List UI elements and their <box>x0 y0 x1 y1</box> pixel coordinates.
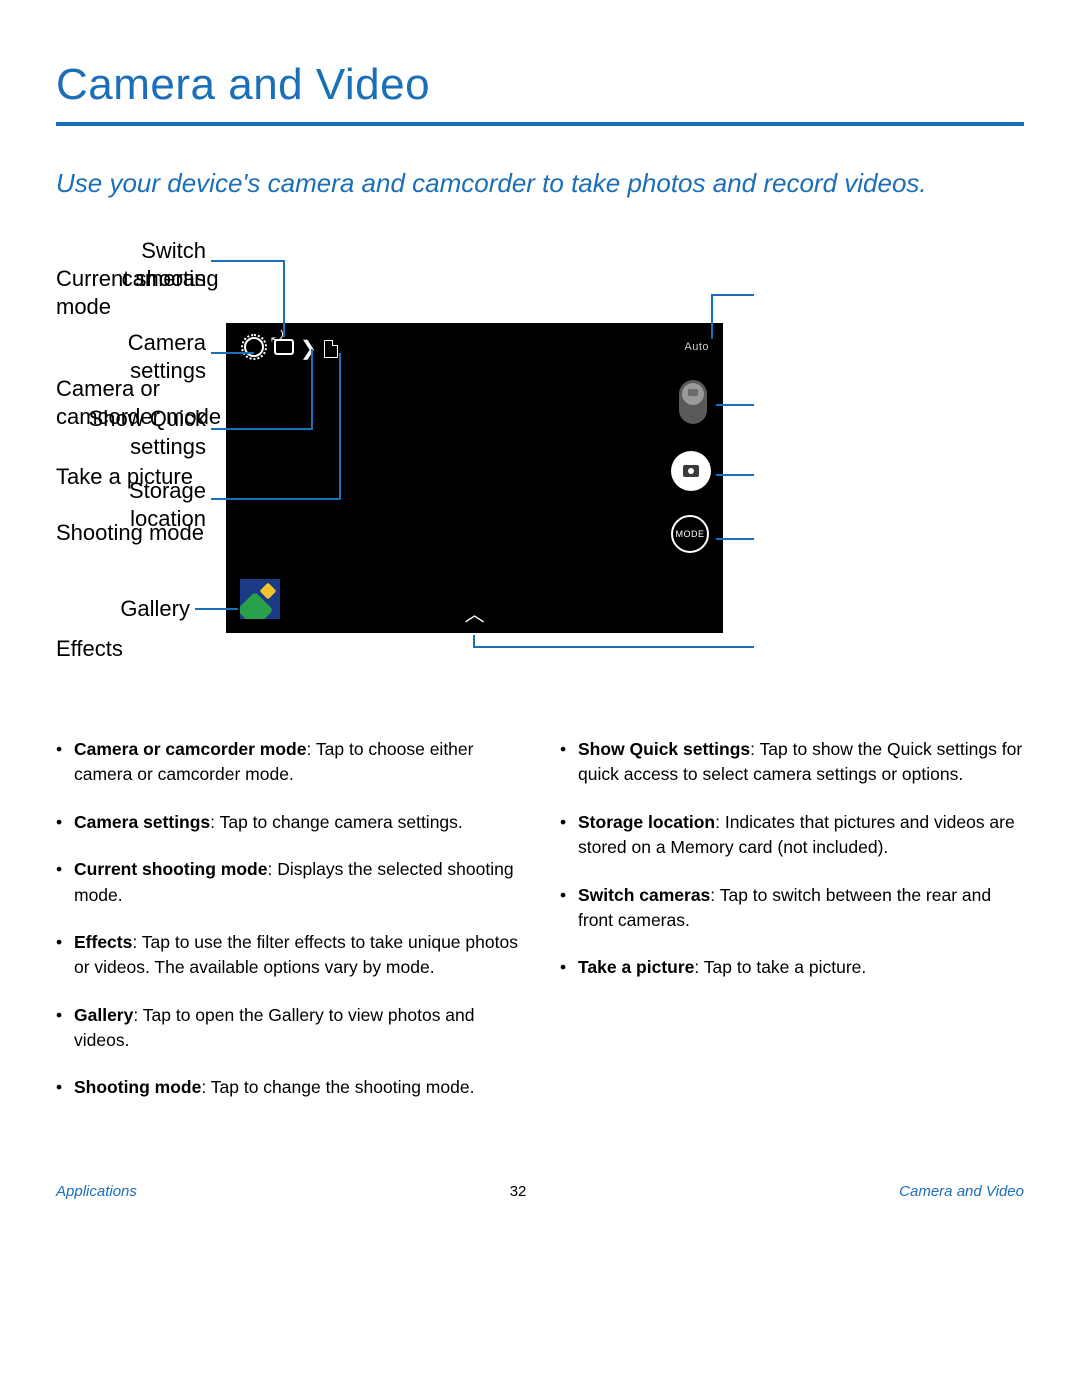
gallery-thumb-icon <box>240 579 280 619</box>
bullet-term: Current shooting mode <box>74 859 267 879</box>
bullet-list-right: Show Quick settings: Tap to show the Qui… <box>560 737 1024 981</box>
bullet-item: Gallery: Tap to open the Gallery to view… <box>56 1003 520 1054</box>
chevron-right-icon: ❯ <box>300 336 317 361</box>
footer-page-number: 32 <box>510 1183 527 1200</box>
page-title: Camera and Video <box>56 60 1024 110</box>
bullet-item: Take a picture: Tap to take a picture. <box>560 955 1024 980</box>
bullet-desc: : Tap to open the Gallery to view photos… <box>74 1005 475 1050</box>
bullet-desc: : Tap to take a picture. <box>694 957 866 977</box>
bullet-term: Storage location <box>578 812 715 832</box>
bullet-item: Current shooting mode: Displays the sele… <box>56 857 520 908</box>
bullet-list-left: Camera or camcorder mode: Tap to choose … <box>56 737 520 1101</box>
bullet-term: Gallery <box>74 1005 133 1025</box>
bullet-item: Switch cameras: Tap to switch between th… <box>560 883 1024 934</box>
label-shooting-mode: Shooting mode <box>56 519 256 547</box>
left-column: Camera or camcorder mode: Tap to choose … <box>56 737 520 1123</box>
bullet-desc: : Tap to change camera settings. <box>210 812 463 832</box>
gear-icon <box>244 337 264 357</box>
bullet-item: Shooting mode: Tap to change the shootin… <box>56 1075 520 1100</box>
manual-page: Camera and Video Use your device's camer… <box>0 0 1080 1230</box>
right-column: Show Quick settings: Tap to show the Qui… <box>560 737 1024 1123</box>
bullet-term: Effects <box>74 932 132 952</box>
bullet-term: Switch cameras <box>578 885 710 905</box>
footer-left: Applications <box>56 1183 137 1200</box>
bullet-term: Camera or camcorder mode <box>74 739 306 759</box>
bullet-term: Show Quick settings <box>578 739 750 759</box>
bullet-term: Camera settings <box>74 812 210 832</box>
label-current-mode: Current shooting mode <box>56 265 256 320</box>
footer-right: Camera and Video <box>899 1183 1024 1200</box>
title-rule <box>56 122 1024 126</box>
shutter-button <box>671 451 711 491</box>
sdcard-icon <box>324 340 338 358</box>
bullet-term: Take a picture <box>578 957 694 977</box>
auto-mode-label: Auto <box>684 341 709 353</box>
label-effects: Effects <box>56 635 256 663</box>
label-take-picture: Take a picture <box>56 463 276 491</box>
bullet-desc: : Tap to change the shooting mode. <box>201 1077 474 1097</box>
intro-text: Use your device's camera and camcorder t… <box>56 166 1024 201</box>
chevron-up-icon: ︿ <box>465 598 485 627</box>
mode-button: MODE <box>671 515 709 553</box>
bullet-item: Camera settings: Tap to change camera se… <box>56 810 520 835</box>
description-columns: Camera or camcorder mode: Tap to choose … <box>56 737 1024 1123</box>
page-footer: Applications 32 Camera and Video <box>56 1183 1024 1200</box>
bullet-item: Show Quick settings: Tap to show the Qui… <box>560 737 1024 788</box>
bullet-desc: : Tap to use the filter effects to take … <box>74 932 518 977</box>
camera-diagram: ❯ Auto MODE ︿ <box>56 237 1024 677</box>
switch-camera-icon <box>272 337 294 357</box>
bullet-item: Effects: Tap to use the filter effects t… <box>56 930 520 981</box>
bullet-term: Shooting mode <box>74 1077 201 1097</box>
label-cam-or-camcorder: Camera or camcorder mode <box>56 375 256 430</box>
label-gallery: Gallery <box>56 595 190 623</box>
camera-camcorder-toggle <box>679 380 707 424</box>
camera-screen: ❯ Auto MODE ︿ <box>226 323 723 633</box>
bullet-item: Storage location: Indicates that picture… <box>560 810 1024 861</box>
bullet-item: Camera or camcorder mode: Tap to choose … <box>56 737 520 788</box>
